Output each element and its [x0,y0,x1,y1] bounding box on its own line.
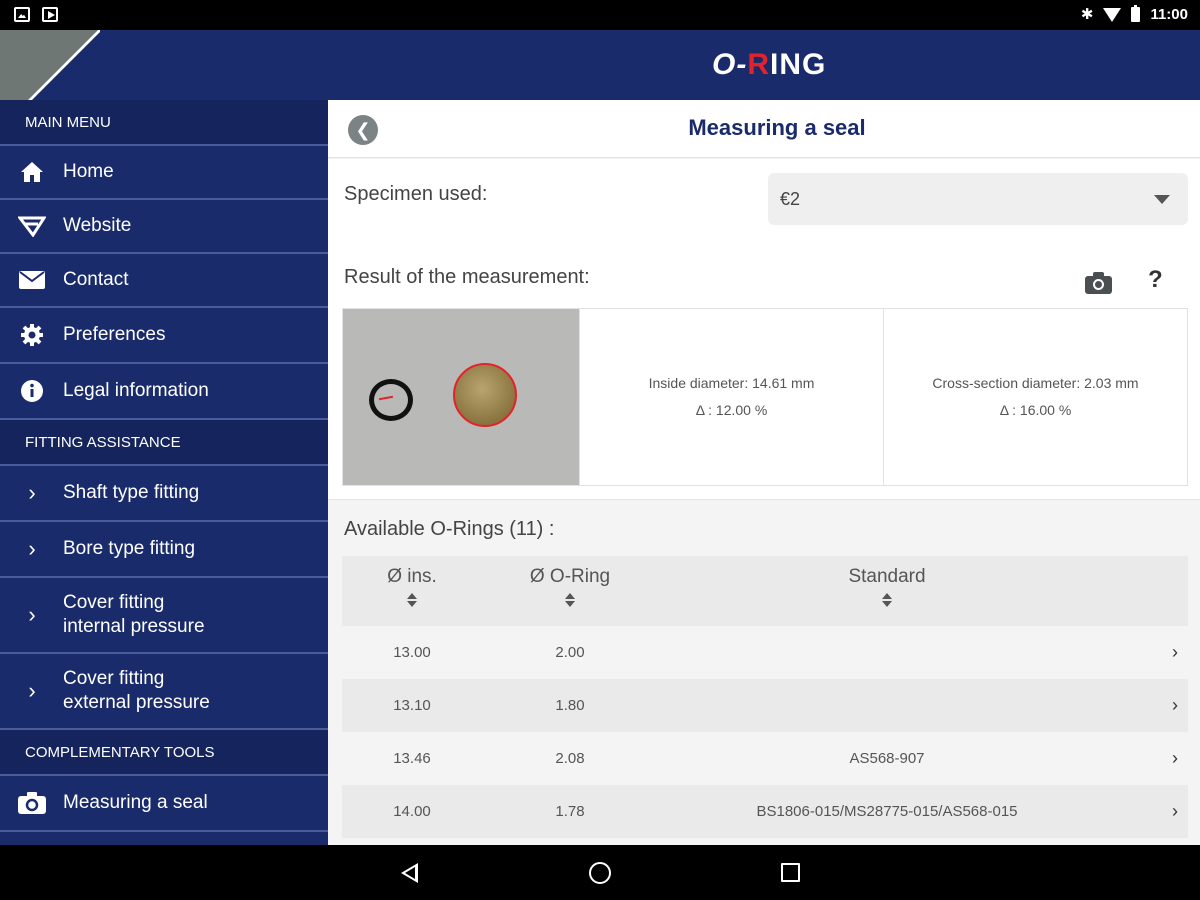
table-row[interactable]: 14.00 1.78 BS1806-015/MS28775-015/AS568-… [342,785,1188,838]
table-row[interactable]: 13.46 2.08 AS568-907 › [342,732,1188,785]
inside-diameter-value: Inside diameter: 14.61 mm [648,375,815,391]
main-content: ❮ Measuring a seal Specimen used: €2 Res… [328,100,1200,845]
camera-button[interactable] [1084,272,1114,294]
nav-recents-icon[interactable] [781,863,800,882]
specimen-value: €2 [780,188,801,209]
specimen-row: Specimen used: €2 [328,159,1200,243]
section-fitting-assistance: Fitting assistance [0,420,328,466]
home-icon [18,158,46,186]
title-bar: ❮ Measuring a seal [328,100,1200,158]
nav-home-icon[interactable] [589,862,611,884]
table-row[interactable]: 13.00 2.00 › [342,626,1188,679]
sidebar-item-home[interactable]: Home [0,146,328,200]
dropdown-arrow-icon [1154,195,1170,204]
status-bar: ✱ 11:00 [0,0,1200,30]
inside-diameter-delta: Δ : 12.00 % [695,402,768,418]
app-logo: O-RING [712,48,827,81]
coin-image [453,363,517,427]
nav-back-icon[interactable] [401,863,418,883]
header-standard[interactable]: Standard [687,566,1087,607]
sidebar-item-bore-type-fitting[interactable]: › Bore type fitting [0,522,328,578]
help-button[interactable]: ? [1148,266,1163,294]
sort-icon [882,593,892,607]
camera-icon [1093,279,1104,290]
section-main-menu: Main menu [0,100,328,146]
sidebar-item-cover-fitting-internal[interactable]: › Cover fitting internal pressure [0,578,328,654]
cross-section-cell: Cross-section diameter: 2.03 mm Δ : 16.0… [883,309,1187,485]
chevron-right-icon: › [28,480,36,505]
result-box: Inside diameter: 14.61 mm Δ : 12.00 % Cr… [342,308,1188,486]
camera-icon [18,789,46,817]
sort-icon [565,593,575,607]
app-header [0,30,1200,100]
navigation-drawer: Main menu Home Website Contact Preferenc… [0,100,328,845]
cross-section-delta: Δ : 16.00 % [999,402,1072,418]
measurement-photo [343,309,579,485]
sidebar-item-preferences[interactable]: Preferences [0,308,328,364]
header-inside-diameter[interactable]: Ø ins. [362,566,462,607]
section-complementary-tools: Complementary tools [0,730,328,776]
specimen-label: Specimen used: [344,183,488,205]
gear-icon [18,321,46,349]
info-icon [18,377,46,405]
system-navigation-bar [0,845,1200,900]
table-row[interactable]: 13.10 1.80 › [342,679,1188,732]
chevron-right-icon: › [1172,748,1178,768]
chevron-right-icon: › [28,678,36,703]
play-store-notification-icon [42,7,58,22]
envelope-icon [18,266,46,294]
chevron-right-icon: › [1172,642,1178,662]
sort-icon [407,593,417,607]
image-notification-icon [14,7,30,22]
sidebar-item-legal-information[interactable]: Legal information [0,364,328,420]
chevron-right-icon: › [1172,695,1178,715]
chevron-right-icon: › [28,602,36,627]
chevron-right-icon: › [1172,801,1178,821]
cross-section-value: Cross-section diameter: 2.03 mm [932,375,1139,391]
bluetooth-icon: ✱ [1080,6,1094,23]
sidebar-item-contact[interactable]: Contact [0,254,328,308]
chevron-right-icon: › [28,536,36,561]
website-icon [18,212,46,240]
inside-diameter-cell: Inside diameter: 14.61 mm Δ : 12.00 % [579,309,883,485]
page-title: Measuring a seal [688,115,866,140]
header-oring-diameter[interactable]: Ø O-Ring [520,566,620,607]
sidebar-item-shaft-type-fitting[interactable]: › Shaft type fitting [0,466,328,522]
measurement-result: Result of the measurement: ? Inside diam… [328,242,1200,500]
specimen-select[interactable]: €2 [768,173,1188,225]
oring-image [369,379,413,421]
sidebar-item-measuring-a-seal[interactable]: Measuring a seal [0,776,328,832]
battery-icon [1131,4,1141,22]
sidebar-item-cover-fitting-external[interactable]: › Cover fitting external pressure [0,654,328,730]
orings-table: Ø ins. Ø O-Ring Standard 13.00 2.00 › 13… [342,556,1188,838]
sidebar-item-website[interactable]: Website [0,200,328,254]
status-time: 11:00 [1150,5,1188,23]
table-header: Ø ins. Ø O-Ring Standard [342,556,1188,626]
result-label: Result of the measurement: [344,266,590,288]
wifi-icon [1103,8,1122,22]
available-orings-label: Available O-Rings (11) : [344,518,555,540]
